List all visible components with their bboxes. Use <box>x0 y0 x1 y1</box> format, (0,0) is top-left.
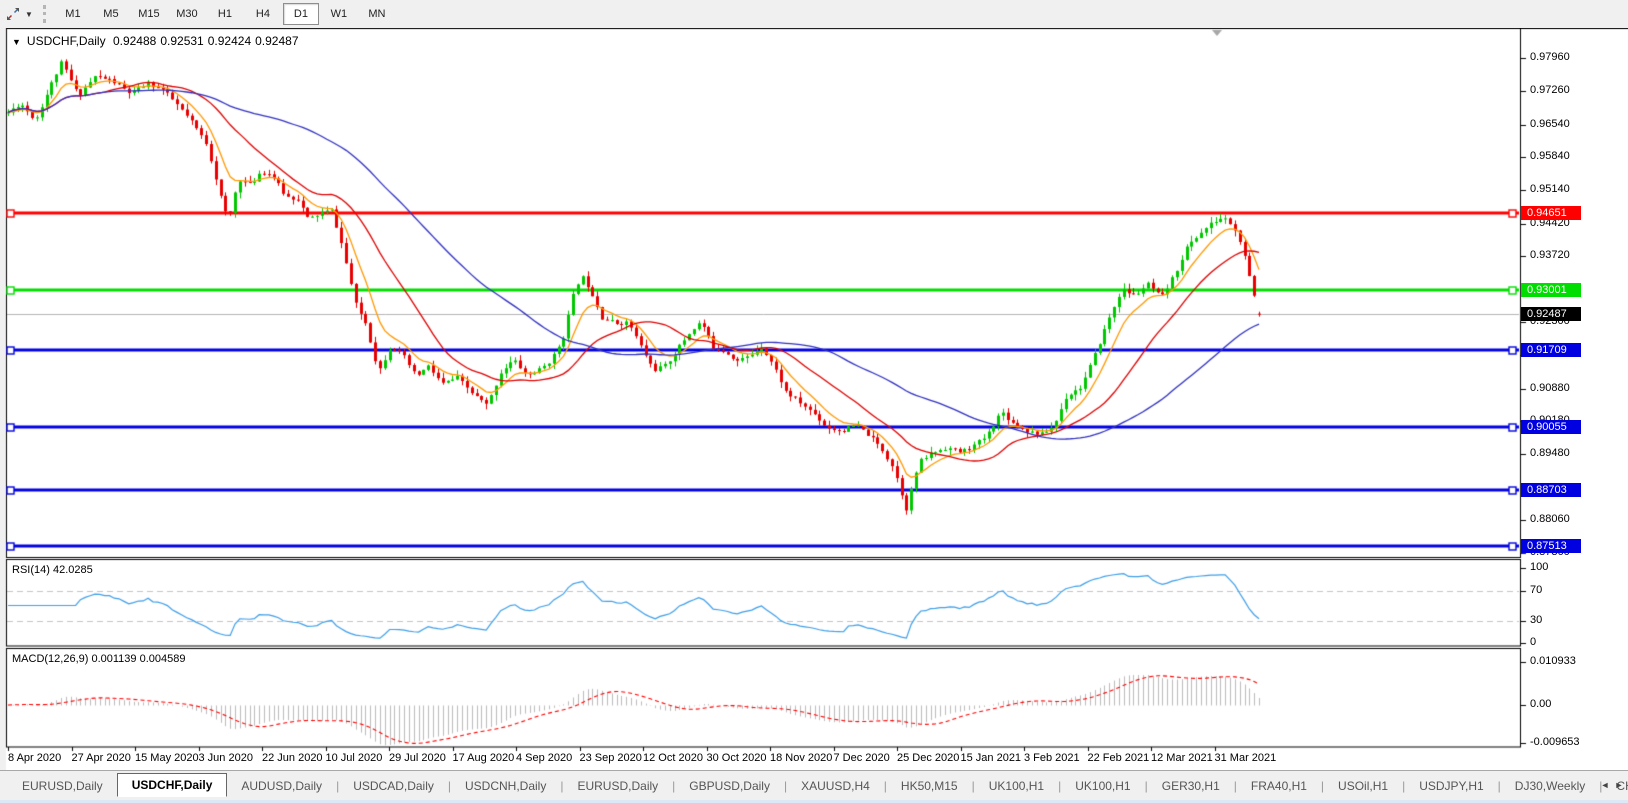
tab-scroll-buttons: ◄ ► <box>1598 777 1626 793</box>
symbol-tab-xauusd-h4[interactable]: XAUUSD,H4 <box>787 776 884 796</box>
price-tick-label: 0.89480 <box>1530 447 1570 460</box>
date-tick-label: 17 Aug 2020 <box>452 752 515 764</box>
timeframe-button-h4[interactable]: H4 <box>245 3 281 25</box>
macd-tick-label: -0.009653 <box>1530 735 1580 748</box>
date-tick-label: 7 Dec 2020 <box>833 752 890 764</box>
chart-symbol-label: USDCHF,Daily <box>26 34 106 48</box>
date-tick-label: 12 Oct 2020 <box>643 752 703 764</box>
price-line-badge: 0.93001 <box>1521 282 1581 297</box>
symbol-tab-bar: EURUSD,Daily USDCHF,Daily AUDUSD,Daily | USD… <box>0 770 1628 801</box>
rsi-label: RSI(14) 42.0285 <box>12 564 93 576</box>
mt4-window: ▼ M1 M5 M15 M30 H1 H4 D1 W1 MN ▼ USDCHF,Daily 0.9… <box>0 0 1628 803</box>
symbol-tab-dj30-weekly[interactable]: DJ30,Weekly <box>1501 776 1599 796</box>
chart-area: ▼ USDCHF,Daily 0.92488 0.92531 0.92424 0.924… <box>0 28 1628 770</box>
price-line-badge: 0.91709 <box>1521 343 1581 358</box>
date-tick-label: 4 Sep 2020 <box>516 752 573 764</box>
rsi-tick-label: 100 <box>1530 561 1549 573</box>
symbol-tab-ger30-h1[interactable]: GER30,H1 <box>1148 776 1234 796</box>
ohlc-close: 0.92487 <box>255 34 299 48</box>
timeframe-toolbar: ▼ M1 M5 M15 M30 H1 H4 D1 W1 MN <box>0 0 1628 28</box>
date-tick-label: 22 Feb 2021 <box>1087 752 1150 764</box>
timeframe-buttons: M1 M5 M15 M30 H1 H4 D1 W1 MN <box>54 3 396 25</box>
price-tick-label: 0.97960 <box>1530 51 1570 64</box>
timeframe-button-h1[interactable]: H1 <box>207 3 243 25</box>
timeframe-button-d1[interactable]: D1 <box>282 3 319 25</box>
price-tick-label: 0.95840 <box>1530 150 1570 163</box>
date-tick-label: 18 Nov 2020 <box>770 752 833 764</box>
symbol-tab-usdcad-daily[interactable]: USDCAD,Daily <box>339 776 448 796</box>
price-line-badge: 0.88703 <box>1521 483 1581 498</box>
date-tick-label: 22 Jun 2020 <box>262 752 323 764</box>
price-line-badge: 0.87513 <box>1521 538 1581 553</box>
date-tick-label: 30 Oct 2020 <box>706 752 767 764</box>
rsi-tick-label: 0 <box>1530 636 1537 648</box>
macd-tick-label: 0.00 <box>1530 698 1552 710</box>
timeframe-button-m30[interactable]: M30 <box>169 3 205 25</box>
date-tick-label: 23 Sep 2020 <box>579 752 642 764</box>
timeframe-button-m1[interactable]: M1 <box>55 3 91 25</box>
symbol-tab-eurusd-daily[interactable]: EURUSD,Daily <box>8 776 117 796</box>
date-tick-label: 12 Mar 2021 <box>1151 752 1213 764</box>
symbol-tab-audusd-daily[interactable]: AUDUSD,Daily <box>227 776 336 796</box>
symbol-tab-usdjpy-h1[interactable]: USDJPY,H1 <box>1405 776 1497 796</box>
price-tick-label: 0.95140 <box>1530 182 1570 195</box>
rsi-tick-label: 30 <box>1530 613 1543 626</box>
date-tick-label: 10 Jul 2020 <box>325 752 383 764</box>
tab-scroll-right-icon[interactable]: ► <box>1612 777 1626 793</box>
symbol-tab-usdchf-daily[interactable]: USDCHF,Daily <box>116 773 228 797</box>
date-tick-label: 8 Apr 2020 <box>8 752 62 764</box>
symbol-tab-uk100-h1[interactable]: UK100,H1 <box>975 776 1058 796</box>
toolbar-grip[interactable] <box>42 5 46 23</box>
price-tick-label: 0.96540 <box>1530 117 1570 130</box>
timeframe-button-w1[interactable]: W1 <box>321 3 357 25</box>
symbol-tabs: EURUSD,Daily USDCHF,Daily AUDUSD,Daily | USD… <box>8 773 1628 797</box>
price-line-badge: 0.94651 <box>1521 205 1581 220</box>
chart-collapse-icon[interactable]: ▼ <box>12 37 21 47</box>
timeframe-button-m5[interactable]: M5 <box>93 3 129 25</box>
date-tick-label: 15 May 2020 <box>135 752 199 764</box>
tab-scroll-left-icon[interactable]: ◄ <box>1598 777 1612 793</box>
ohlc-open: 0.92488 <box>112 34 157 48</box>
current-price-badge: 0.92487 <box>1521 306 1581 321</box>
symbol-tab-hk50-m15[interactable]: HK50,M15 <box>887 776 972 796</box>
toolbar-dropdown-icon[interactable]: ▼ <box>25 10 33 19</box>
price-line-badge: 0.90055 <box>1521 420 1581 435</box>
date-tick-label: 31 Mar 2021 <box>1214 752 1277 764</box>
timeframe-button-m15[interactable]: M15 <box>131 3 167 25</box>
macd-label: MACD(12,26,9) 0.001139 0.004589 <box>12 653 186 665</box>
date-tick-label: 3 Jun 2020 <box>198 752 253 764</box>
symbol-tab-usdcnh-daily[interactable]: USDCNH,Daily <box>451 776 560 796</box>
macd-tick-label: 0.010933 <box>1530 654 1576 667</box>
date-tick-label: 27 Apr 2020 <box>71 752 131 764</box>
date-tick-label: 15 Jan 2021 <box>960 752 1022 764</box>
price-tick-label: 0.97260 <box>1530 83 1570 96</box>
price-tick-label: 0.90880 <box>1530 381 1570 394</box>
price-chart-canvas[interactable] <box>0 28 1628 770</box>
date-tick-label: 3 Feb 2021 <box>1024 752 1080 764</box>
price-tick-label: 0.93720 <box>1530 249 1570 262</box>
symbol-tab-gbpusd-daily[interactable]: GBPUSD,Daily <box>675 776 784 796</box>
timeframe-button-mn[interactable]: MN <box>359 3 395 25</box>
chart-title: ▼ USDCHF,Daily 0.92488 0.92531 0.92424 0.924… <box>12 34 303 48</box>
date-tick-label: 25 Dec 2020 <box>897 752 960 764</box>
date-tick-label: 29 Jul 2020 <box>389 752 446 764</box>
price-tick-label: 0.88060 <box>1530 513 1570 526</box>
symbol-tab-uk100-h1[interactable]: UK100,H1 <box>1061 776 1144 796</box>
chart-tools-group[interactable]: ▼ <box>4 5 33 23</box>
symbol-tab-eurusd-daily[interactable]: EURUSD,Daily <box>563 776 672 796</box>
ohlc-low: 0.92424 <box>207 34 252 48</box>
symbol-tab-usoil-h1[interactable]: USOil,H1 <box>1324 776 1402 796</box>
chart-arrange-arrows-icon[interactable] <box>4 5 22 23</box>
rsi-tick-label: 70 <box>1530 583 1543 596</box>
ohlc-high: 0.92531 <box>160 34 204 48</box>
symbol-tab-fra40-h1[interactable]: FRA40,H1 <box>1237 776 1321 796</box>
